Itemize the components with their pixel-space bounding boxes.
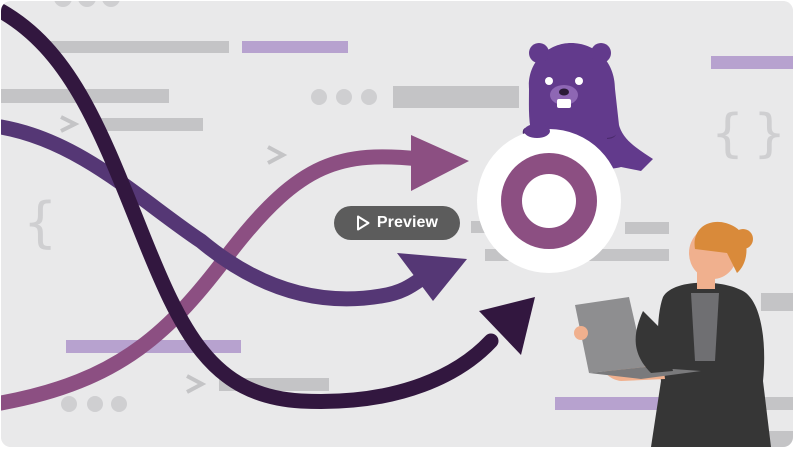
preview-label: Preview (376, 214, 439, 231)
course-thumbnail[interactable]: { } {Preview (1, 1, 793, 447)
preview-button[interactable]: Preview (334, 206, 460, 240)
svg-text:{: { (711, 104, 744, 164)
svg-text:}: } (753, 104, 786, 164)
svg-text:{: { (23, 191, 57, 254)
target-ring-icon (477, 129, 621, 273)
play-outline-icon (356, 215, 370, 231)
